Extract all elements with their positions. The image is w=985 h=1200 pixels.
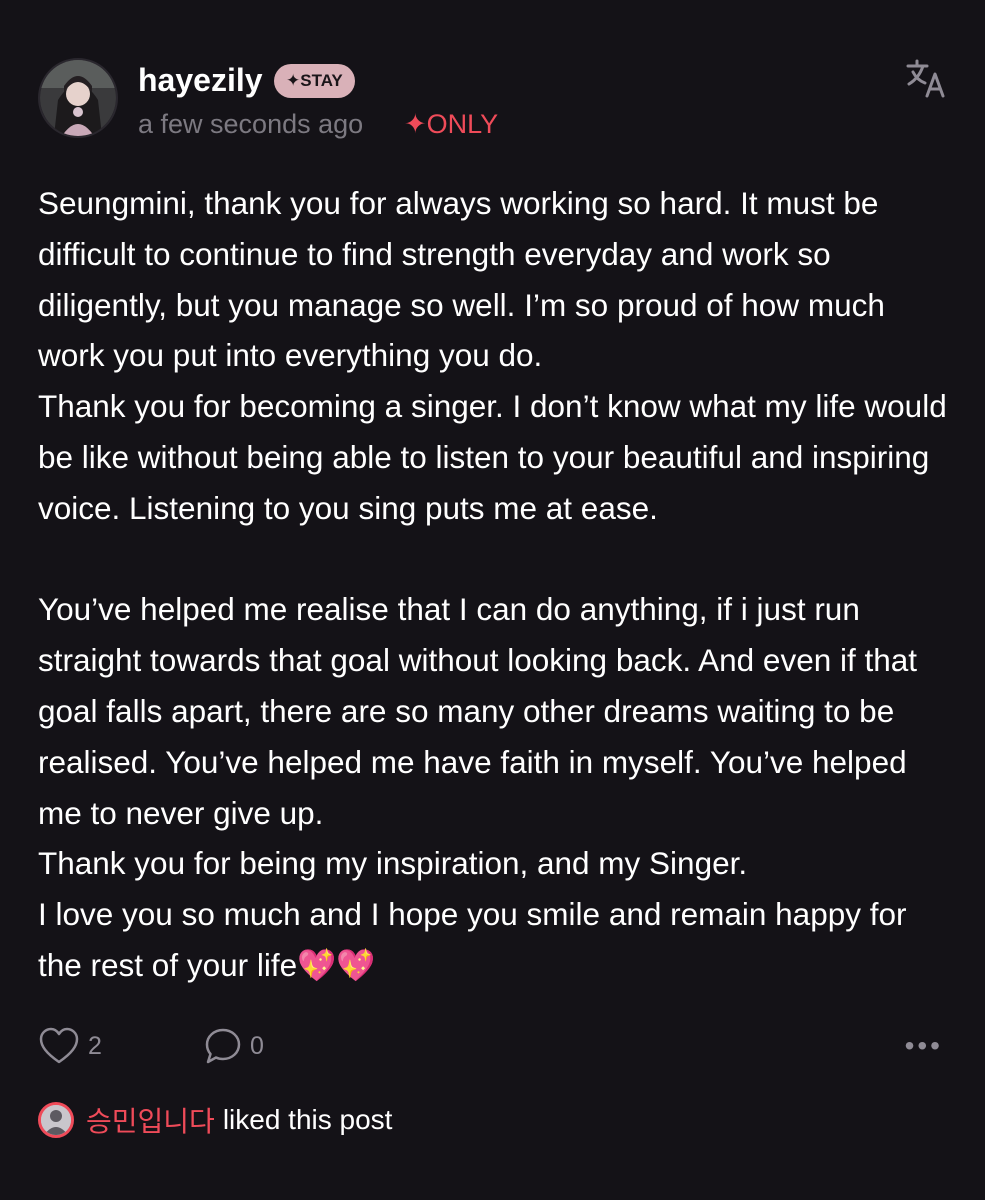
action-bar: 2 0 ••• [38, 1025, 953, 1067]
post-body: Seungmini, thank you for always working … [38, 178, 953, 991]
translate-icon[interactable] [905, 58, 947, 98]
author-avatar[interactable] [38, 58, 118, 138]
comment-button[interactable]: 0 [204, 1025, 264, 1067]
liked-by-row: 승민입니다 liked this post [38, 1100, 392, 1140]
paragraph-spacer [38, 534, 953, 585]
liker-name[interactable]: 승민입니다 [86, 1100, 215, 1140]
post-paragraph: Seungmini, thank you for always working … [38, 185, 947, 526]
more-icon: ••• [904, 1030, 943, 1061]
fandom-badge: ✦STAY [274, 64, 355, 98]
more-options-button[interactable]: ••• [905, 1025, 943, 1067]
comment-icon [205, 1028, 241, 1064]
heart-icon [39, 1027, 79, 1064]
liker-avatar[interactable] [38, 1102, 74, 1138]
author-username[interactable]: hayezily [138, 58, 263, 102]
post-timestamp: a few seconds ago [138, 109, 364, 139]
avatar-photo [40, 60, 116, 136]
like-button[interactable]: 2 [38, 1025, 102, 1067]
comment-count: 0 [250, 1031, 264, 1060]
post-card: hayezily ✦STAY a few seconds ago ✦ONLY S… [0, 0, 985, 1200]
liked-this-post-text: liked this post [222, 1104, 393, 1135]
default-user-icon [41, 1105, 71, 1135]
like-count: 2 [88, 1031, 102, 1060]
post-paragraph: You’ve helped me realise that I can do a… [38, 591, 918, 983]
only-visibility-label: ✦ONLY [404, 109, 499, 139]
